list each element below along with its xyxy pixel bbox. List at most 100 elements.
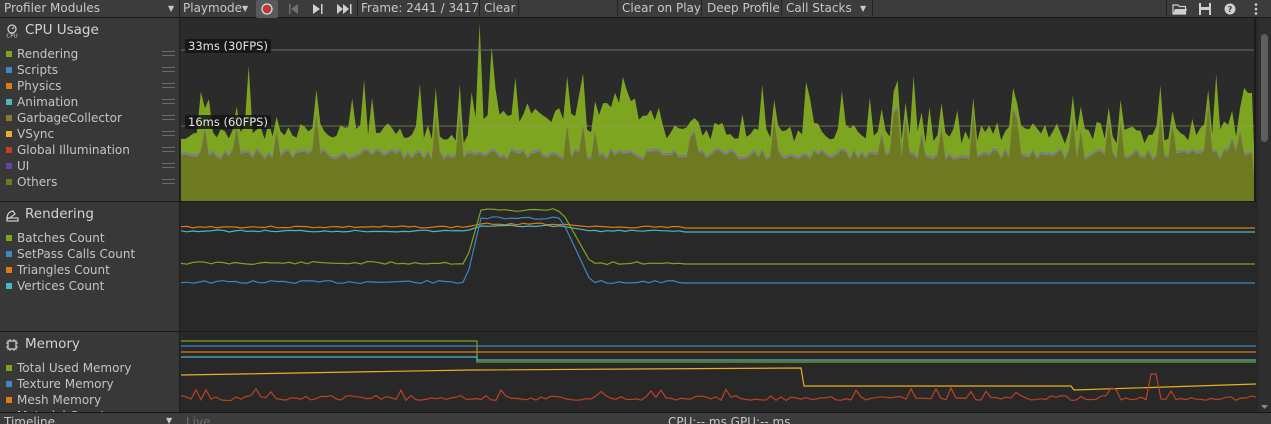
legend-item[interactable]: Triangles Count xyxy=(0,262,179,278)
chevron-down-icon: ▼ xyxy=(242,4,249,13)
reorder-handle-icon[interactable] xyxy=(162,51,175,56)
scrollbar-thumb[interactable] xyxy=(1261,34,1268,142)
clear-button[interactable]: Clear xyxy=(484,0,515,18)
call-stacks-label: Call Stacks xyxy=(786,1,852,15)
cpu-gpu-readout: CPU:-- ms GPU:-- ms xyxy=(668,415,791,424)
more-options-button[interactable] xyxy=(1248,0,1264,18)
chevron-down-icon: ▼ xyxy=(166,416,173,424)
legend-item[interactable]: Mesh Memory xyxy=(0,392,179,408)
save-icon xyxy=(1199,3,1211,15)
legend-label: VSync xyxy=(17,127,55,141)
cpu-usage-module[interactable]: CPU CPU Usage Rendering Scripts Physics Ani… xyxy=(0,18,179,201)
legend-label: Scripts xyxy=(17,63,59,77)
clear-on-play-toggle[interactable]: Clear on Play xyxy=(622,0,701,18)
legend-item[interactable]: Rendering xyxy=(0,46,179,62)
legend-color-swatch xyxy=(6,179,12,185)
legend-item[interactable]: Scripts xyxy=(0,62,179,78)
vertical-scrollbar[interactable] xyxy=(1258,18,1271,412)
last-frame-button[interactable] xyxy=(334,0,356,18)
load-button[interactable] xyxy=(1170,0,1190,18)
next-frame-button[interactable] xyxy=(309,0,327,18)
deep-profile-toggle[interactable]: Deep Profile xyxy=(707,0,780,18)
reorder-handle-icon[interactable] xyxy=(162,67,175,72)
triangles-count-line xyxy=(181,222,1255,229)
step-back-icon xyxy=(289,4,298,14)
gc-alloc-line xyxy=(181,373,1256,402)
reorder-handle-icon[interactable] xyxy=(162,115,175,120)
legend-color-swatch xyxy=(6,83,12,89)
legend-color-swatch xyxy=(6,235,12,241)
legend-item[interactable]: GarbageCollector xyxy=(0,110,179,126)
legend-color-swatch xyxy=(6,365,12,371)
legend-color-swatch xyxy=(6,51,12,57)
help-icon: ? xyxy=(1224,3,1236,15)
legend-item[interactable]: Animation xyxy=(0,94,179,110)
legend-label: Global Illumination xyxy=(17,143,130,157)
legend-item[interactable]: Vertices Count xyxy=(0,278,179,294)
legend-label: Physics xyxy=(17,79,62,93)
playmode-label: Playmode xyxy=(183,1,243,15)
legend-item[interactable]: Global Illumination xyxy=(0,142,179,158)
legend-item[interactable]: UI xyxy=(0,158,179,174)
profiler-modules-dropdown[interactable]: Profiler Modules ▼ xyxy=(4,0,176,18)
reorder-handle-icon[interactable] xyxy=(162,99,175,104)
live-toggle[interactable]: Live xyxy=(186,415,211,424)
frame-counter: Frame: 2441 / 3417 xyxy=(361,1,479,15)
legend-item[interactable]: Physics xyxy=(0,78,179,94)
legend-item[interactable]: Texture Memory xyxy=(0,376,179,392)
profiler-charts[interactable] xyxy=(181,18,1256,412)
charts-area[interactable] xyxy=(181,18,1256,412)
legend-label: UI xyxy=(17,159,30,173)
legend-item[interactable]: VSync xyxy=(0,126,179,142)
legend-item[interactable]: Others xyxy=(0,174,179,190)
scroll-down-arrow-icon[interactable] xyxy=(1258,402,1271,412)
reorder-handle-icon[interactable] xyxy=(162,131,175,136)
svg-text:CPU: CPU xyxy=(6,34,17,39)
rendering-module[interactable]: Rendering Batches Count SetPass Calls Cou… xyxy=(0,202,179,331)
legend-color-swatch xyxy=(6,397,12,403)
chevron-down-icon: ▼ xyxy=(860,4,867,13)
batches-count-line xyxy=(181,208,1255,266)
cpu-icon: CPU xyxy=(6,24,18,39)
profiler-modules-label: Profiler Modules xyxy=(4,1,100,15)
rendering-icon xyxy=(6,210,19,222)
record-icon xyxy=(261,3,273,15)
chevron-down-icon: ▼ xyxy=(168,4,175,13)
reorder-handle-icon[interactable] xyxy=(162,179,175,184)
memory-module[interactable]: Memory Total Used Memory Texture Memory Me… xyxy=(0,332,179,412)
legend-item[interactable]: Batches Count xyxy=(0,230,179,246)
legend-label: Total Used Memory xyxy=(17,361,132,375)
view-dropdown[interactable]: Timeline xyxy=(4,415,55,424)
first-frame-button[interactable] xyxy=(284,0,302,18)
legend-label: Others xyxy=(17,175,58,189)
memory-title: Memory xyxy=(25,336,80,352)
legend-label: Animation xyxy=(17,95,79,109)
legend-color-swatch xyxy=(6,115,12,121)
details-toolbar: Timeline ▼ Live CPU:-- ms GPU:-- ms xyxy=(0,412,1271,424)
reorder-handle-icon[interactable] xyxy=(162,83,175,88)
legend-color-swatch xyxy=(6,147,12,153)
legend-label: Triangles Count xyxy=(17,263,110,277)
rendering-chart xyxy=(181,208,1255,285)
legend-label: SetPass Calls Count xyxy=(17,247,136,261)
record-button[interactable] xyxy=(256,0,278,18)
save-button[interactable] xyxy=(1195,0,1215,18)
call-stacks-dropdown[interactable]: Call Stacks ▼ xyxy=(786,0,872,18)
fps60-label: 16ms (60FPS) xyxy=(185,115,271,129)
reorder-handle-icon[interactable] xyxy=(162,147,175,152)
modules-sidebar: CPU CPU Usage Rendering Scripts Physics Ani… xyxy=(0,18,180,412)
legend-label: GarbageCollector xyxy=(17,111,122,125)
fast-forward-icon xyxy=(337,4,352,14)
legend-item[interactable]: Total Used Memory xyxy=(0,360,179,376)
playmode-dropdown[interactable]: Playmode ▼ xyxy=(183,0,253,18)
legend-color-swatch xyxy=(6,381,12,387)
legend-item[interactable]: SetPass Calls Count xyxy=(0,246,179,262)
legend-color-swatch xyxy=(6,251,12,257)
legend-color-swatch xyxy=(6,67,12,73)
legend-label: Batches Count xyxy=(17,231,105,245)
step-forward-icon xyxy=(313,4,323,14)
profiler-toolbar: Profiler Modules ▼ Playmode ▼ Frame: 244… xyxy=(0,0,1271,18)
reorder-handle-icon[interactable] xyxy=(162,163,175,168)
help-button[interactable]: ? xyxy=(1221,0,1239,18)
legend-label: Texture Memory xyxy=(17,377,114,391)
